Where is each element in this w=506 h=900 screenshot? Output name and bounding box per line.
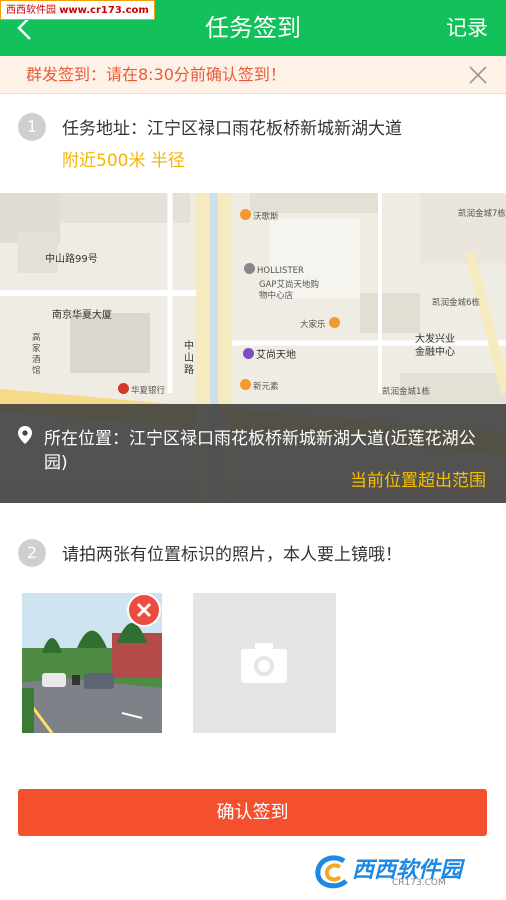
food-poi-icon — [328, 317, 340, 328]
brand-url: CR173.COM — [392, 878, 446, 888]
brand-logo-icon — [315, 855, 348, 889]
map-label-wals: 沃歌斯 — [240, 209, 279, 222]
confirm-sign-in-button[interactable]: 确认签到 — [18, 789, 487, 836]
camera-icon — [241, 643, 287, 683]
photo-hint: 请拍两张有位置标识的照片，本人要上镜哦！ — [62, 545, 402, 565]
map-label-gaoji: 高家酒馆 — [32, 333, 41, 376]
task-radius: 附近500米 半径 — [62, 151, 185, 171]
shop-poi-icon — [244, 263, 255, 274]
current-location-panel: 所在位置：江宁区禄口雨花板桥新城新湖大道(近莲花湖公园) 当前位置超出范围 — [0, 404, 506, 503]
map-label-kairun6: 凯润金城6栋 — [432, 298, 480, 308]
map-label-zhongshan-road: 中山路 — [184, 341, 194, 376]
map-label-xinyuansu: 新元素 — [240, 379, 279, 392]
notice-text: 群发签到：请在8:30分前确认签到！ — [26, 65, 286, 84]
delete-photo-button[interactable] — [127, 593, 161, 627]
map-label-gap: GAP艾尚天地购物中心店 — [259, 280, 320, 301]
step-2-badge: 2 — [18, 539, 46, 567]
close-icon — [136, 602, 152, 618]
food-poi-icon — [240, 379, 251, 390]
out-of-range-warning: 当前位置超出范围 — [350, 471, 486, 491]
map-label-hollister: HOLLISTER — [244, 263, 304, 276]
brand-watermark: 西西软件园 CR173.COM — [310, 850, 486, 892]
map-label-aishang: 艾尚天地 — [243, 346, 296, 361]
mall-poi-icon — [243, 348, 254, 359]
map-label-zhongshan99: 中山路99号 — [45, 254, 98, 265]
close-icon — [469, 66, 487, 84]
step-1-badge: 1 — [18, 113, 46, 141]
notice-banner: 群发签到：请在8:30分前确认签到！ — [0, 56, 506, 94]
food-poi-icon — [240, 209, 251, 220]
records-button[interactable]: 记录 — [446, 0, 488, 56]
map-label-kairun7: 凯润金城7栋 — [458, 209, 506, 219]
task-address: 任务地址：江宁区禄口雨花板桥新城新湖大道 — [62, 119, 402, 139]
location-pin-icon — [18, 426, 32, 444]
map-label-huaxia: 南京华夏大厦 — [52, 310, 112, 321]
site-watermark-badge: 西西软件园 www.cr173.com — [0, 0, 155, 20]
close-notice-button[interactable] — [468, 65, 488, 85]
map-label-huaxia-bank: 华夏银行 — [118, 383, 165, 396]
map-label-dajiale: 大家乐 — [300, 317, 342, 330]
map-label-dafa: 大发兴业金融中心 — [415, 334, 455, 358]
map-label-kairun1: 凯润金城1栋 — [382, 387, 430, 397]
bank-poi-icon — [118, 383, 129, 394]
add-photo-button[interactable] — [193, 593, 336, 733]
